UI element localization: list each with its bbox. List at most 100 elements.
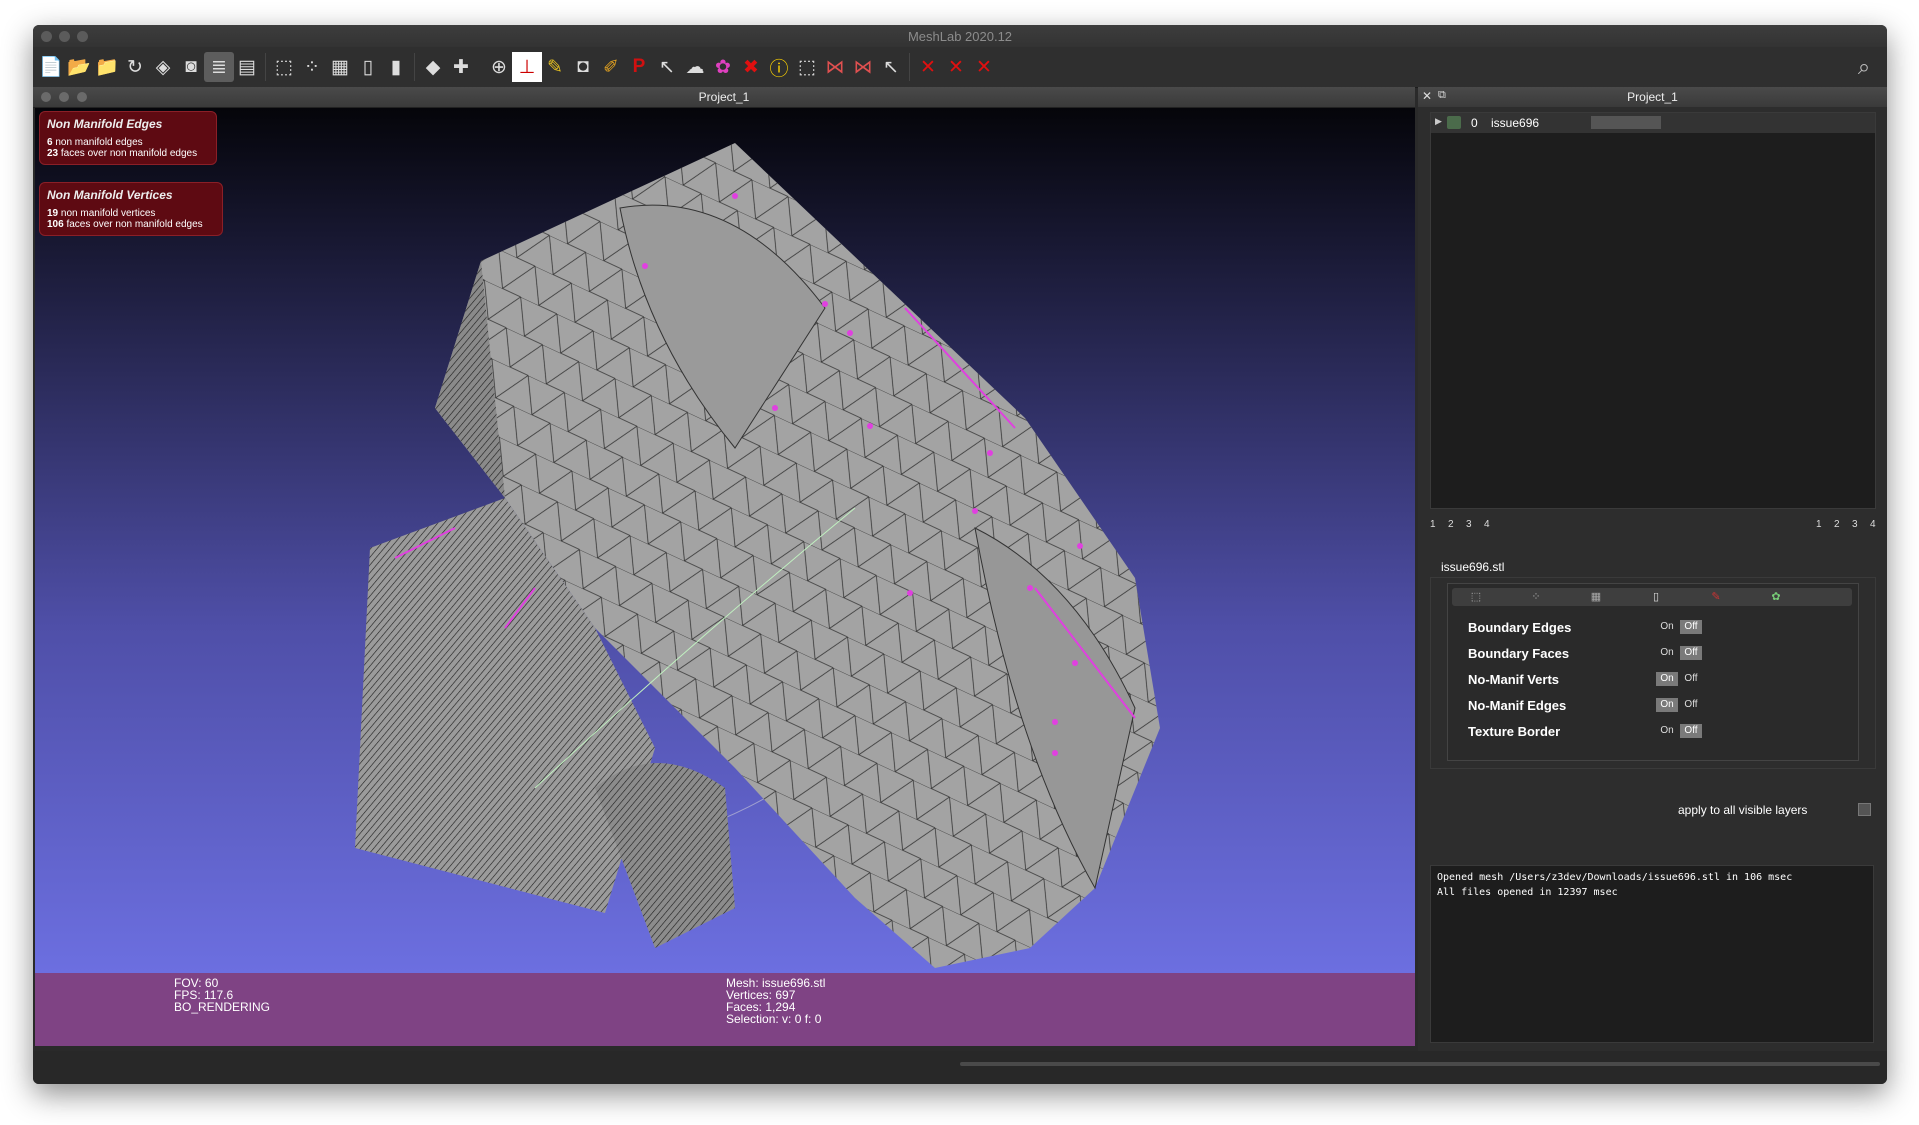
reload-icon[interactable]: ↻	[120, 52, 150, 82]
delete-sel-icon[interactable]: ✕	[941, 52, 971, 82]
toggle-label: Boundary Edges	[1468, 620, 1572, 635]
page-right-3[interactable]: 3	[1852, 519, 1858, 530]
tab-wire-icon[interactable]: ▦	[1576, 590, 1616, 604]
window-title: MeshLab 2020.12	[907, 29, 1013, 44]
points-icon[interactable]: ⁘	[297, 52, 327, 82]
measure-icon[interactable]: ✎	[540, 52, 570, 82]
log-console[interactable]: Opened mesh /Users/z3dev/Downloads/issue…	[1430, 865, 1874, 1043]
paint-icon[interactable]: ✐	[596, 52, 626, 82]
toggle-off[interactable]: Off	[1680, 672, 1702, 686]
color-tool-icon[interactable]: ✿	[708, 52, 738, 82]
tab-texture-icon[interactable]: ✿	[1756, 590, 1796, 604]
toggle-row-boundary-faces: Boundary Faces On Off	[1468, 644, 1848, 664]
toggle-on[interactable]: On	[1656, 672, 1678, 686]
nm-edges-faces-count: 23	[47, 148, 59, 159]
normals-icon[interactable]: ⊥	[512, 52, 542, 82]
eye-icon[interactable]	[1447, 116, 1461, 129]
boundary-edges-toggle[interactable]: On Off	[1656, 620, 1704, 634]
horizontal-scrollbar[interactable]	[960, 1062, 1880, 1066]
search-icon[interactable]: ⌕	[1849, 52, 1879, 82]
manip-icon[interactable]: ↖	[876, 52, 906, 82]
3d-viewport[interactable]: Non Manifold Edges 6 non manifold edges …	[35, 108, 1415, 973]
toggle-on[interactable]: On	[1656, 646, 1678, 660]
page-left-3[interactable]: 3	[1466, 519, 1472, 530]
tab-bbox-icon[interactable]: ⬚	[1456, 590, 1496, 604]
log-line: Opened mesh /Users/z3dev/Downloads/issue…	[1437, 872, 1793, 883]
select-conn-icon[interactable]: ⋈	[820, 52, 850, 82]
bbox-icon[interactable]: ⬚	[269, 52, 299, 82]
no-manif-verts-toggle[interactable]: On Off	[1656, 672, 1704, 686]
select-comp-icon[interactable]: ⋈	[848, 52, 878, 82]
decorator-box: ⬚ ⁘ ▦ ▯ ✎ ✿ Boundary Edges On Off Boundar…	[1430, 577, 1876, 769]
page-right-2[interactable]: 2	[1834, 519, 1840, 530]
toggle-on[interactable]: On	[1656, 724, 1678, 738]
smooth-icon[interactable]: ▮	[381, 52, 411, 82]
page-left-4[interactable]: 4	[1484, 519, 1490, 530]
toggle-label: No-Manif Edges	[1468, 698, 1567, 713]
snapshot-icon[interactable]: ◙	[176, 52, 206, 82]
select-rect-icon[interactable]: ⬚	[792, 52, 822, 82]
select-faces-icon[interactable]: ↖	[652, 52, 682, 82]
toggle-row-boundary-edges: Boundary Edges On Off	[1468, 618, 1848, 638]
page-right-1[interactable]: 1	[1816, 519, 1822, 530]
tab-color-icon[interactable]: ✎	[1696, 590, 1736, 604]
layer-render-icons[interactable]	[1591, 116, 1661, 129]
layer-list[interactable]: ▶ 0 issue696	[1430, 112, 1876, 509]
nm-verts-title: Non Manifold Vertices	[47, 188, 173, 202]
no-manif-edges-toggle[interactable]: On Off	[1656, 698, 1704, 712]
status-bar	[33, 1051, 1887, 1084]
page-left-2[interactable]: 2	[1448, 519, 1454, 530]
texture-border-toggle[interactable]: On Off	[1656, 724, 1704, 738]
delete-faces-icon[interactable]: ✖	[736, 52, 766, 82]
toggle-label: No-Manif Verts	[1468, 672, 1560, 687]
new-project-icon[interactable]: 📄	[36, 52, 66, 82]
open-mesh-icon[interactable]: 📁	[92, 52, 122, 82]
main-toolbar: 📄 📂 📁 ↻ ◈ ◙ ≣ ▤ ⬚ ⁘ ▦ ▯ ▮ ◆ ✚ ⊕ ⊥ ✎ ◘ ✐ …	[33, 47, 1887, 88]
layers-icon[interactable]: ◈	[148, 52, 178, 82]
layer-panel-header: ✕ ⧉ Project_1	[1418, 87, 1887, 107]
vert-color-icon[interactable]: ◆	[418, 52, 448, 82]
pick-points-icon[interactable]: P	[624, 52, 654, 82]
expand-arrow-icon[interactable]: ▶	[1435, 116, 1442, 127]
layer-row[interactable]: ▶ 0 issue696	[1431, 113, 1875, 133]
tab-points-icon[interactable]: ⁘	[1516, 590, 1556, 604]
selection-readout: Selection: v: 0 f: 0	[726, 1012, 822, 1026]
render-mode-tabs: ⬚ ⁘ ▦ ▯ ✎ ✿	[1452, 588, 1852, 606]
info-icon[interactable]: ⓘ	[764, 52, 794, 82]
camera-icon[interactable]: ◘	[568, 52, 598, 82]
page-left-1[interactable]: 1	[1430, 519, 1436, 530]
raster-icon[interactable]: ▤	[232, 52, 262, 82]
layer-panel: ✕ ⧉ Project_1 ▶ 0 issue696 1 2 3 4 1 2 3…	[1418, 87, 1887, 1051]
title-bar: MeshLab 2020.12	[33, 25, 1887, 47]
delete-all-icon[interactable]: ✕	[913, 52, 943, 82]
wireframe-icon[interactable]: ▦	[325, 52, 355, 82]
toggle-row-no-manif-edges: No-Manif Edges On Off	[1468, 696, 1848, 716]
non-manifold-vertices-box: Non Manifold Vertices 19 non manifold ve…	[39, 182, 223, 236]
toggle-off[interactable]: Off	[1680, 646, 1702, 660]
trackball-icon[interactable]: ⊕	[484, 52, 514, 82]
open-project-icon[interactable]: 📂	[64, 52, 94, 82]
nm-verts-count: 19	[47, 208, 59, 219]
apply-all-label: apply to all visible layers	[1678, 803, 1808, 817]
nm-edges-title: Non Manifold Edges	[47, 117, 163, 131]
boundary-faces-toggle[interactable]: On Off	[1656, 646, 1704, 660]
tab-flat-icon[interactable]: ▯	[1636, 590, 1676, 604]
axis-icon[interactable]: ✚	[446, 52, 476, 82]
page-right-4[interactable]: 4	[1870, 519, 1876, 530]
apply-all-checkbox[interactable]	[1858, 803, 1871, 816]
render-mode-readout: BO_RENDERING	[174, 1000, 271, 1014]
toggle-on[interactable]: On	[1656, 698, 1678, 712]
toggle-off[interactable]: Off	[1680, 698, 1702, 712]
nm-verts-text: non manifold vertices	[60, 208, 156, 219]
layer-dialog-icon[interactable]: ≣	[204, 52, 234, 82]
toggle-off[interactable]: Off	[1680, 724, 1702, 738]
nm-verts-faces-text: faces over non manifold edges	[66, 219, 203, 230]
nm-edges-text: non manifold edges	[55, 137, 143, 148]
flat-icon[interactable]: ▯	[353, 52, 383, 82]
delete-vert-icon[interactable]: ✕	[969, 52, 999, 82]
toggle-off[interactable]: Off	[1680, 620, 1702, 634]
toggle-row-texture-border: Texture Border On Off	[1468, 722, 1848, 742]
layer-name: issue696	[1491, 116, 1540, 130]
select-verts-icon[interactable]: ☁	[680, 52, 710, 82]
toggle-on[interactable]: On	[1656, 620, 1678, 634]
